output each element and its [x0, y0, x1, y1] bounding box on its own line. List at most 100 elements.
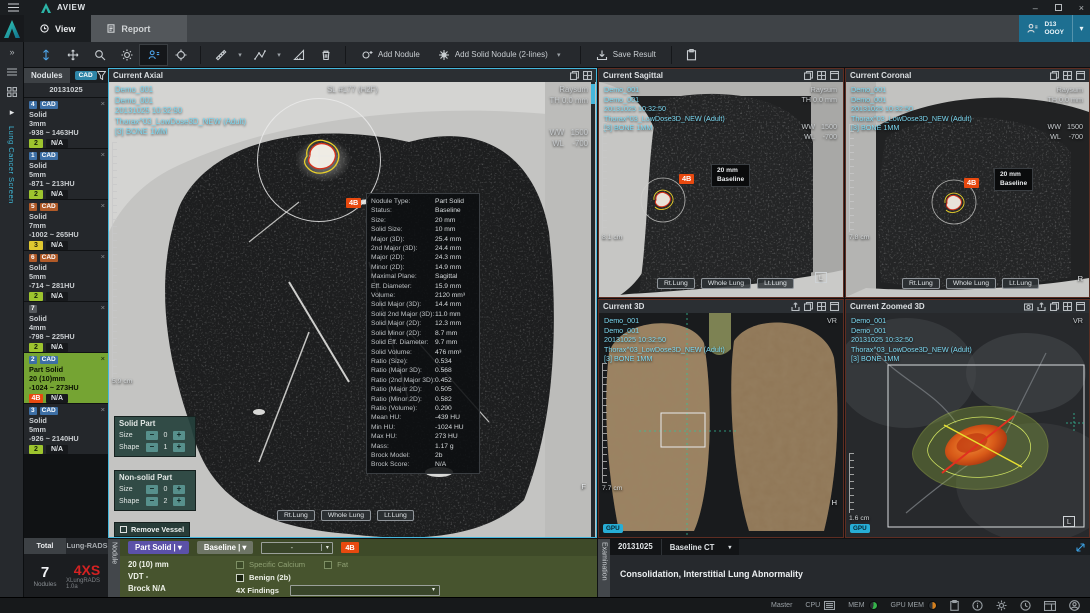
total-tab[interactable]: Total	[24, 538, 66, 554]
filter-icon[interactable]	[97, 71, 106, 80]
nodule-extra-dropdown[interactable]: -▾	[261, 542, 333, 554]
coronal-viewport[interactable]: Demo_001Demo_00120131025 10:32:50Thorax^…	[846, 82, 1089, 297]
clipboard-icon[interactable]	[678, 45, 705, 65]
zoomed3d-viewport[interactable]: Demo_001Demo_00120131025 10:32:50Thorax^…	[846, 313, 1089, 537]
slice-scrollbar[interactable]	[591, 82, 595, 537]
copy-icon[interactable]	[1050, 71, 1059, 80]
examination-date-tab[interactable]: 20131025	[610, 539, 661, 555]
close-icon[interactable]: ×	[101, 303, 105, 312]
tab-report[interactable]: Report	[91, 15, 187, 42]
fat-checkbox[interactable]	[324, 561, 332, 569]
nonsolid-shape-minus-button[interactable]: –	[146, 497, 158, 506]
nodules-tab[interactable]: Nodules	[24, 68, 70, 83]
add-nodule-button[interactable]: Add Nodule	[352, 45, 429, 65]
threed-viewport[interactable]: Demo_001Demo_00120131025 10:32:50Thorax^…	[599, 313, 843, 537]
lungrads-tab[interactable]: Lung-RADS	[66, 538, 108, 554]
findings-dropdown[interactable]: ▾	[290, 585, 440, 596]
close-icon[interactable]: ×	[101, 201, 105, 210]
lung-region-button[interactable]: Lt.Lung	[1002, 278, 1039, 289]
fullscreen-icon[interactable]	[830, 71, 839, 80]
add-solid-dropdown-icon[interactable]: ▾	[553, 51, 565, 59]
rail-grid-icon[interactable]	[0, 82, 24, 102]
polyline-measure-tool[interactable]	[246, 45, 273, 65]
nodule-card[interactable]: 1 CAD × Solid 5mm -871 ~ 213HU 2 N/A	[24, 149, 108, 199]
nodule-card[interactable]: 2 CAD × Part Solid 20 (10)mm -1024 ~ 273…	[24, 353, 108, 403]
layout-window-icon[interactable]	[1044, 601, 1056, 611]
solid-shape-minus-button[interactable]: –	[146, 443, 158, 452]
benign-checkbox[interactable]	[236, 574, 244, 582]
workflow-label[interactable]: Lung Cancer Screen	[7, 126, 16, 204]
solid-size-minus-button[interactable]: –	[146, 431, 158, 440]
lung-region-button[interactable]: Lt.Lung	[377, 510, 414, 521]
settings-gear-icon[interactable]	[996, 600, 1007, 611]
layout-icon[interactable]	[817, 71, 826, 80]
layout-icon[interactable]	[1063, 71, 1072, 80]
polyline-dropdown-icon[interactable]: ▾	[273, 51, 285, 59]
user-chevron-icon[interactable]: ▾	[1072, 15, 1090, 42]
nonsolid-shape-plus-button[interactable]: +	[173, 497, 185, 506]
nodule-badge-4b[interactable]: 4B	[964, 178, 979, 188]
close-icon[interactable]: ×	[101, 252, 105, 261]
solid-shape-plus-button[interactable]: +	[173, 443, 185, 452]
copy-icon[interactable]	[804, 71, 813, 80]
copy-icon[interactable]	[804, 302, 813, 311]
info-icon[interactable]	[972, 600, 983, 611]
nodule-card[interactable]: 3 CAD × Solid 5mm -926 ~ 2140HU 2 N/A	[24, 404, 108, 454]
lung-region-button[interactable]: Lt.Lung	[757, 278, 794, 289]
lung-region-button[interactable]: Whole Lung	[321, 510, 371, 521]
close-icon[interactable]: ×	[101, 354, 105, 363]
nodule-card[interactable]: 5 CAD × Solid 7mm -1002 ~ 265HU 3 N/A	[24, 200, 108, 250]
cad-toggle[interactable]: CAD	[75, 71, 97, 80]
lung-region-button[interactable]: Whole Lung	[946, 278, 996, 289]
lung-region-button[interactable]: Rt.Lung	[902, 278, 940, 289]
layout-icon[interactable]	[583, 71, 592, 80]
zoom-tool[interactable]	[86, 45, 113, 65]
nodule-card[interactable]: 7 × Solid 4mm -798 ~ 225HU 2 N/A	[24, 302, 108, 352]
lung-region-button[interactable]: Whole Lung	[701, 278, 751, 289]
nodule-badge-4b[interactable]: 4B	[346, 198, 361, 208]
ruler-dropdown-icon[interactable]: ▾	[234, 51, 246, 59]
nodule-status-button[interactable]: Baseline | ▾	[197, 541, 254, 554]
lung-region-button[interactable]: Rt.Lung	[657, 278, 695, 289]
save-result-button[interactable]: Save Result	[587, 45, 665, 65]
sagittal-viewport[interactable]: Demo_001Demo_00120131025 10:32:50Thorax^…	[599, 82, 843, 297]
specific-calcium-checkbox[interactable]	[236, 561, 244, 569]
export-icon[interactable]	[1037, 302, 1046, 311]
axial-viewport[interactable]: Demo_001Demo_00120131025 10:32:50Thorax^…	[109, 82, 596, 537]
delete-tool[interactable]	[312, 45, 339, 65]
slice-scrollbar-handle[interactable]	[591, 84, 595, 104]
add-solid-nodule-button[interactable]: Add Solid Nodule (2-lines) ▾	[429, 45, 574, 65]
examination-panel-tab[interactable]: Examination	[598, 539, 610, 597]
nonsolid-size-minus-button[interactable]: –	[146, 485, 158, 494]
tab-view[interactable]: View	[24, 15, 91, 42]
rail-arrow-icon[interactable]: ▸	[0, 102, 24, 122]
remove-vessel-checkbox[interactable]	[120, 526, 127, 533]
nodule-panel-tab[interactable]: Nodule	[108, 539, 120, 597]
lung-region-button[interactable]: Rt.Lung	[277, 510, 315, 521]
expand-icon[interactable]	[1075, 542, 1086, 553]
fullscreen-icon[interactable]	[1076, 71, 1085, 80]
history-icon[interactable]	[1020, 600, 1031, 611]
layout-icon[interactable]	[817, 302, 826, 311]
copy-icon[interactable]	[1050, 302, 1059, 311]
stack-scroll-tool[interactable]	[32, 45, 59, 65]
ruler-tool[interactable]	[207, 45, 234, 65]
solid-size-plus-button[interactable]: +	[173, 431, 185, 440]
crosshair-tool[interactable]	[167, 45, 194, 65]
nodule-type-button[interactable]: Part Solid | ▾	[128, 541, 189, 554]
layout-icon[interactable]	[1063, 302, 1072, 311]
study-date[interactable]: 20131025	[24, 83, 108, 97]
capture-icon[interactable]	[1024, 302, 1033, 311]
pan-tool[interactable]	[59, 45, 86, 65]
remove-vessel-control[interactable]: Remove Vessel	[114, 522, 190, 537]
study-select-dropdown[interactable]: Baseline CT▾	[661, 539, 740, 555]
window-level-tool[interactable]	[113, 45, 140, 65]
collapse-rail-icon[interactable]: »	[0, 42, 24, 62]
fullscreen-icon[interactable]	[1076, 302, 1085, 311]
account-avatar-icon[interactable]	[1069, 600, 1080, 611]
fullscreen-icon[interactable]	[830, 302, 839, 311]
clipboard-status-icon[interactable]	[950, 600, 959, 611]
copy-icon[interactable]	[570, 71, 579, 80]
close-icon[interactable]: ×	[101, 150, 105, 159]
nodule-card[interactable]: 4 CAD × Solid 3mm -938 ~ 1463HU 2 N/A	[24, 98, 108, 148]
